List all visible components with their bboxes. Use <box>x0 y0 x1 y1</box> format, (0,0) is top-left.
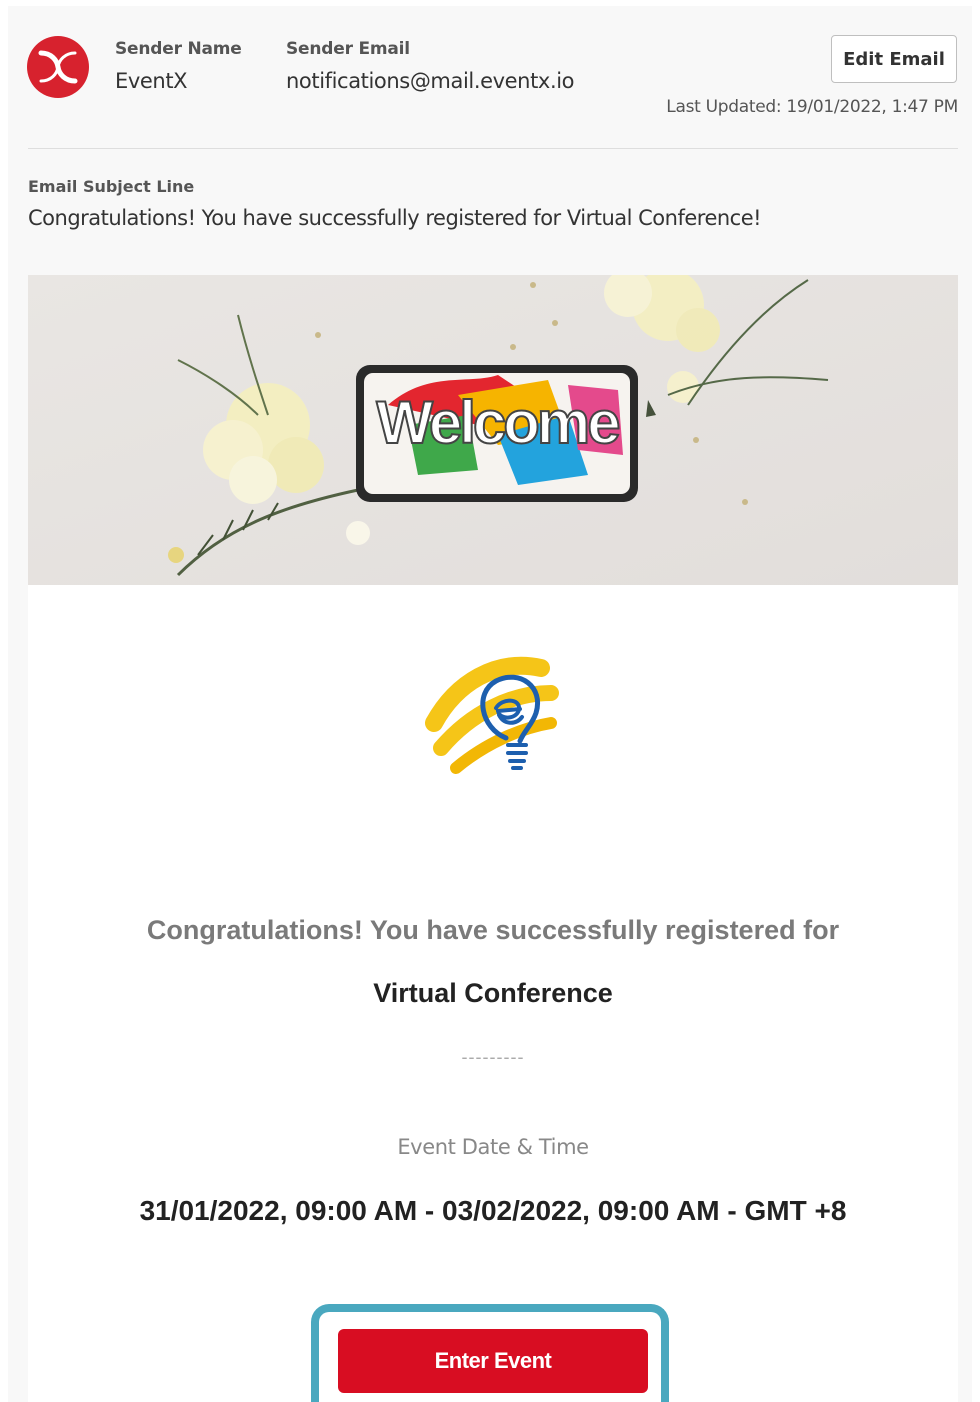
congrats-text: Congratulations! You have successfully r… <box>146 915 840 945</box>
sender-email-label: Sender Email <box>286 39 410 59</box>
sender-name-label: Sender Name <box>115 39 242 59</box>
sender-name-value: EventX <box>115 69 188 93</box>
banner-welcome-text: Welcome <box>376 389 619 456</box>
event-date-value: 31/01/2022, 09:00 AM - 03/02/2022, 09:00… <box>139 1195 847 1226</box>
event-date-label: Event Date & Time <box>397 1135 589 1159</box>
enter-event-button[interactable]: Enter Event <box>338 1329 648 1393</box>
subject-line-value: Congratulations! You have successfully r… <box>28 206 762 230</box>
welcome-banner-image: Welcome <box>28 275 958 585</box>
lightbulb-logo-icon <box>416 653 566 798</box>
subject-line-label: Email Subject Line <box>28 177 195 196</box>
section-divider: --------- <box>461 1047 525 1067</box>
event-name: Virtual Conference <box>373 978 613 1008</box>
last-updated-text: Last Updated: 19/01/2022, 1:47 PM <box>666 97 958 117</box>
edit-email-button[interactable]: Edit Email <box>831 35 957 83</box>
header-divider <box>28 148 958 149</box>
eventx-logo-icon <box>27 36 89 98</box>
sender-email-value: notifications@mail.eventx.io <box>286 69 575 93</box>
email-body: Welcome Congratulations! You have succes… <box>28 275 958 1402</box>
